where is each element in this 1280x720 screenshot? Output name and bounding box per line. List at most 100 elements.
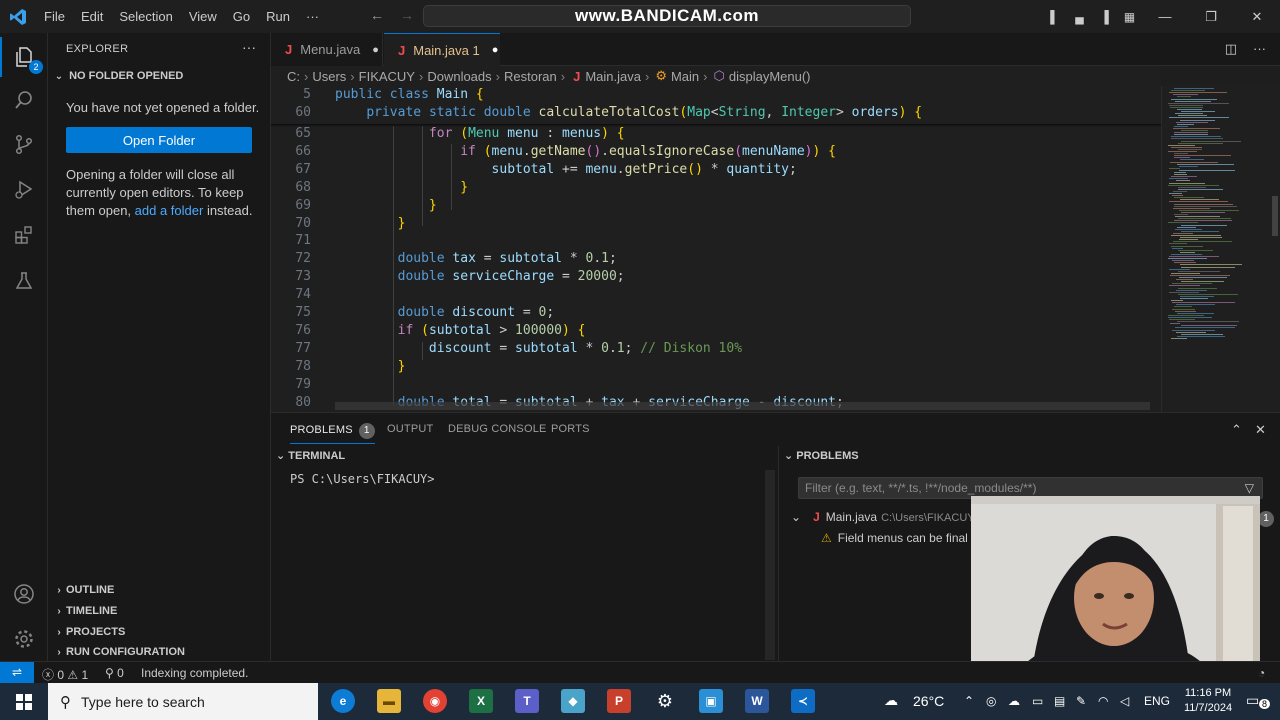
tray-app-icon[interactable]: ◎ (986, 694, 996, 708)
code-editor[interactable]: 5 public class Main {60 private static do… (271, 86, 1161, 412)
wifi-icon[interactable]: ◠ (1098, 694, 1108, 708)
notification-center-icon[interactable]: ▭ (1246, 692, 1259, 709)
breadcrumb-class[interactable]: Main (671, 69, 699, 84)
add-folder-link[interactable]: add a folder (135, 203, 204, 218)
tab-main-java[interactable]: J Main.java 1 ● (384, 33, 500, 66)
notifications-bell-icon[interactable]: ◔ (1258, 666, 1265, 680)
filter-icon[interactable]: ▽ (1245, 478, 1254, 498)
menu-view[interactable]: View (181, 9, 225, 24)
code-line[interactable]: 77 discount = subtotal * 0.1; // Diskon … (271, 340, 1161, 358)
menu-edit[interactable]: Edit (73, 9, 111, 24)
code-line[interactable]: 69 } (271, 197, 1161, 215)
ppt-icon[interactable]: P (607, 689, 631, 713)
terminal-scrollbar[interactable] (765, 470, 775, 660)
close-window-button[interactable]: ✕ (1234, 9, 1280, 25)
clock[interactable]: 11:16 PM 11/7/2024 (1176, 686, 1240, 716)
breadcrumb-item[interactable]: C: (287, 69, 300, 84)
tab-debug-console[interactable]: DEBUG CONSOLE (448, 423, 547, 435)
customize-layout-icon[interactable]: ▦ (1117, 10, 1142, 24)
breadcrumb-method[interactable]: displayMenu() (729, 69, 811, 84)
terminal-header[interactable]: ⌄ TERMINAL (276, 449, 345, 462)
menu-run[interactable]: Run (258, 9, 298, 24)
remote-window-icon[interactable]: ⇌ (0, 662, 34, 684)
minimize-button[interactable]: — (1142, 9, 1188, 24)
toggle-secondary-sidebar-icon[interactable]: ▐ (1092, 10, 1117, 24)
code-line[interactable]: 79 (271, 376, 1161, 394)
horizontal-scrollbar[interactable] (335, 402, 1150, 410)
editor-more-icon[interactable]: ··· (1253, 41, 1266, 57)
no-folder-section-header[interactable]: ⌄ NO FOLDER OPENED (52, 70, 184, 82)
taskbar-search-input[interactable]: ⚲ Type here to search (48, 683, 318, 720)
problem-item[interactable]: ⚠ Field menus can be final (821, 531, 968, 545)
toggle-sidebar-icon[interactable]: ▌ (1042, 10, 1067, 24)
open-folder-button[interactable]: Open Folder (66, 127, 252, 153)
problems-status[interactable]: ⓧ 0 ⚠ 1 (42, 666, 88, 683)
minimap-scroll-slider[interactable] (1272, 196, 1278, 236)
code-line[interactable]: 73 double serviceCharge = 20000; (271, 268, 1161, 286)
search-icon[interactable] (0, 80, 48, 120)
breadcrumb-file[interactable]: Main.java (585, 69, 641, 84)
language-indicator[interactable]: ENG (1144, 694, 1170, 708)
edge-icon[interactable]: e (331, 689, 355, 713)
app-window-icon[interactable]: ▣ (699, 689, 723, 713)
code-line[interactable]: 65 for (Menu menu : menus) { (271, 125, 1161, 143)
ports-status[interactable]: ⚲ 0 (105, 666, 124, 680)
teams-icon[interactable]: T (515, 689, 539, 713)
code-line[interactable]: 74 (271, 286, 1161, 304)
menu-selection[interactable]: Selection (111, 9, 180, 24)
explorer-icon[interactable]: 2 (0, 37, 48, 77)
file-explorer-icon[interactable]: ▬ (377, 689, 401, 713)
code-line[interactable]: 78 } (271, 358, 1161, 376)
unsaved-dot-icon[interactable]: ● (372, 44, 379, 56)
terminal-pane[interactable]: ⌄ TERMINAL PS C:\Users\FIKACUY> (271, 446, 779, 661)
weather-temp[interactable]: 26°C (913, 693, 944, 709)
tray-app-icon[interactable]: ▤ (1054, 694, 1065, 708)
breadcrumb-item[interactable]: FIKACUY (359, 69, 415, 84)
more-actions-icon[interactable]: ··· (242, 39, 256, 55)
code-line[interactable]: 67 subtotal += menu.getPrice() * quantit… (271, 161, 1161, 179)
breadcrumb-item[interactable]: Restoran (504, 69, 557, 84)
source-control-icon[interactable] (0, 124, 48, 164)
problem-file-row[interactable]: ⌄ J Main.java C:\Users\FIKACUY (791, 510, 975, 524)
run-configuration-section[interactable]: › RUN CONFIGURATION (52, 646, 185, 658)
windows-start-icon[interactable] (0, 683, 48, 720)
timeline-section[interactable]: › TIMELINE (52, 605, 117, 617)
excel-icon[interactable]: X (469, 689, 493, 713)
minimap[interactable] (1161, 86, 1280, 412)
extensions-icon[interactable] (0, 215, 48, 255)
code-line[interactable]: 71 (271, 232, 1161, 250)
menu-more[interactable]: ··· (298, 9, 327, 24)
split-editor-icon[interactable]: ◫ (1225, 41, 1237, 57)
outline-section[interactable]: › OUTLINE (52, 584, 114, 596)
close-panel-icon[interactable]: ✕ (1255, 422, 1266, 438)
code-line[interactable]: 72 double tax = subtotal * 0.1; (271, 250, 1161, 268)
unsaved-dot-icon[interactable]: ● (492, 44, 499, 56)
sticky-scroll-line[interactable]: 5 public class Main { (271, 86, 1161, 104)
forward-arrow-icon[interactable]: → (400, 7, 414, 23)
command-center[interactable]: www.BANDICAM.com (423, 5, 911, 27)
chrome-icon[interactable]: ◉ (423, 689, 447, 713)
app-icon[interactable]: ◆ (561, 689, 585, 713)
tray-app-icon[interactable]: ✎ (1076, 694, 1086, 708)
settings-gear-icon[interactable] (0, 619, 48, 659)
word-icon[interactable]: W (745, 689, 769, 713)
toggle-panel-icon[interactable]: ▄ (1067, 10, 1092, 24)
settings-gear-icon[interactable]: ⚙ (653, 689, 677, 713)
breadcrumb-item[interactable]: Downloads (427, 69, 491, 84)
volume-icon[interactable]: ◁ (1120, 694, 1129, 708)
testing-flask-icon[interactable] (0, 261, 48, 301)
vscode-taskbar-icon[interactable]: ≺ (791, 689, 815, 713)
back-arrow-icon[interactable]: ← (370, 7, 384, 23)
tab-ports[interactable]: PORTS (551, 423, 590, 435)
sticky-scroll-line[interactable]: 60 private static double calculateTotalC… (271, 104, 1161, 122)
run-debug-icon[interactable] (0, 169, 48, 209)
breadcrumb-item[interactable]: Users (312, 69, 346, 84)
tray-chevron-up-icon[interactable]: ⌃ (964, 694, 974, 708)
restore-button[interactable]: ❐ (1188, 9, 1234, 25)
code-line[interactable]: 76 if (subtotal > 100000) { (271, 322, 1161, 340)
code-line[interactable]: 75 double discount = 0; (271, 304, 1161, 322)
accounts-icon[interactable] (0, 574, 48, 614)
menu-go[interactable]: Go (225, 9, 258, 24)
weather-icon[interactable]: ☁ (884, 692, 898, 709)
maximize-panel-icon[interactable]: ⌃ (1231, 422, 1242, 438)
